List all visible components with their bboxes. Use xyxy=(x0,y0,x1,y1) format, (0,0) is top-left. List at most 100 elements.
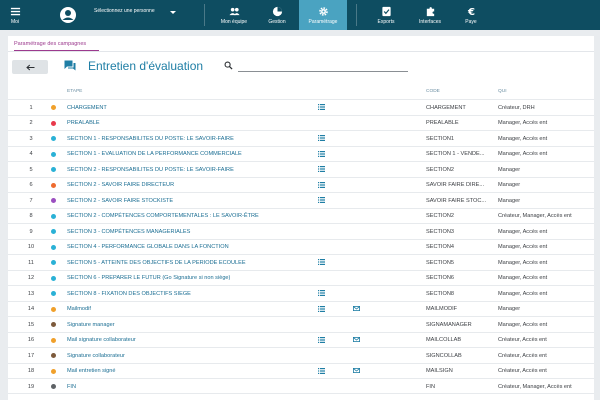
list-icon[interactable] xyxy=(318,367,325,374)
table-row[interactable]: 7 SECTION 2 - SAVOIR FAIRE STOCKISTE SAVOI… xyxy=(8,192,594,208)
step-code: FIN xyxy=(426,383,436,390)
table-row[interactable]: 12 SECTION 6 - PREPARER LE FUTUR (Go Sign… xyxy=(8,269,594,286)
mail-icon[interactable] xyxy=(353,336,360,342)
table-row[interactable]: 8 SECTION 2 - COMPÉTENCES COMPORTEMENTALE… xyxy=(8,207,594,224)
table-header: ETAPE CODE QUI xyxy=(8,85,594,99)
chat-icon xyxy=(64,60,76,71)
list-icon[interactable] xyxy=(318,166,325,172)
step-label[interactable]: SECTION 2 - RESPONSABILITES DU POSTE: LE… xyxy=(67,167,234,173)
step-label[interactable]: FIN xyxy=(67,384,76,390)
nav-interfaces[interactable]: Interfaces xyxy=(410,0,450,30)
step-label[interactable]: Mail entretien signé xyxy=(67,368,116,374)
arrow-left-icon xyxy=(25,64,34,70)
nav-exports[interactable]: Exports xyxy=(366,0,406,30)
table-row[interactable]: 15 Signature manager SIGNAMANAGER Manager, … xyxy=(8,316,594,332)
row-number: 19 xyxy=(27,383,35,390)
divider xyxy=(8,51,594,52)
nav-mon-equipe[interactable]: Mon équipe xyxy=(212,0,256,30)
chevron-down-icon xyxy=(170,11,176,14)
nav-gestion[interactable]: Gestion xyxy=(258,0,296,30)
table-row[interactable]: 6 SECTION 2 - SAVOIR FAIRE DIRECTEUR SAVOI… xyxy=(8,176,594,193)
table-row[interactable]: 2 PREALABLE PREALABLE Manager, Accès ent xyxy=(8,114,594,131)
list-icon[interactable] xyxy=(318,135,325,141)
table-row[interactable]: 3 SECTION 1 - RESPONSABILITES DU POSTE: L… xyxy=(8,130,594,146)
header-etape[interactable]: ETAPE xyxy=(67,89,82,94)
table-row[interactable]: 18 Mail entretien signé MAILSIGN Créateur, … xyxy=(8,362,594,379)
person-selector[interactable]: Sélectionnez une personne xyxy=(94,8,176,15)
table-row[interactable]: 4 SECTION 1 - EVALUATION DE LA PERFORMANC… xyxy=(8,145,594,162)
table-row[interactable]: 11 SECTION 5 - ATTEINTE DES OBJECTIFS DE … xyxy=(8,254,594,270)
mail-icon[interactable] xyxy=(353,305,360,311)
list-icon[interactable] xyxy=(318,197,325,203)
step-label[interactable]: SECTION 2 - COMPÉTENCES COMPORTEMENTALES… xyxy=(67,213,259,219)
step-roles: Créateur, DRH xyxy=(498,104,535,111)
list-icon[interactable] xyxy=(318,150,325,157)
header-qui[interactable]: QUI xyxy=(498,89,507,94)
status-dot-icon xyxy=(51,353,56,358)
list-icon[interactable] xyxy=(318,336,325,343)
header-code[interactable]: CODE xyxy=(426,89,440,94)
table-row[interactable]: 13 SECTION 8 - FIXATION DES OBJECTIFS SIE… xyxy=(8,285,594,301)
nav-label: Exports xyxy=(377,18,395,25)
step-label[interactable]: CHARGEMENT xyxy=(67,105,107,111)
nav-label: Paye xyxy=(465,18,477,25)
step-label[interactable]: Signature collaborateur xyxy=(67,353,125,359)
moi-button[interactable]: Moi xyxy=(2,0,28,30)
step-code: SECTION1 xyxy=(426,135,454,142)
step-code: SECTION3 xyxy=(426,228,454,235)
list-icon[interactable] xyxy=(318,305,325,312)
status-dot-icon xyxy=(51,275,56,281)
gear-icon xyxy=(318,6,328,16)
step-roles: Manager xyxy=(498,306,521,312)
mail-icon[interactable] xyxy=(353,367,360,373)
row-number: 4 xyxy=(29,151,33,157)
step-label[interactable]: Signature manager xyxy=(67,322,115,328)
list-icon[interactable] xyxy=(318,290,325,296)
row-number: 12 xyxy=(27,275,35,281)
step-label[interactable]: SECTION 1 - EVALUATION DE LA PERFORMANCE… xyxy=(67,151,242,157)
search-input[interactable] xyxy=(238,60,408,72)
status-dot-icon xyxy=(51,213,56,219)
table-row[interactable]: 10 SECTION 4 - PERFORMANCE GLOBALE DANS L… xyxy=(8,238,594,255)
list-icon[interactable] xyxy=(318,104,325,110)
breadcrumb-underline xyxy=(14,50,99,51)
step-label[interactable]: SECTION 5 - ATTEINTE DES OBJECTIFS DE LA… xyxy=(67,260,246,266)
row-number: 14 xyxy=(27,306,35,312)
nav-parametrage[interactable]: Paramétrage xyxy=(299,0,347,30)
list-icon[interactable] xyxy=(318,259,325,265)
step-label[interactable]: SECTION 2 - SAVOIR FAIRE STOCKISTE xyxy=(67,198,173,204)
step-roles: Manager, Accès ent xyxy=(498,135,548,142)
step-label[interactable]: Mailmodif xyxy=(67,306,91,312)
euro-icon: € xyxy=(466,7,474,17)
step-label[interactable]: SECTION 2 - SAVOIR FAIRE DIRECTEUR xyxy=(67,182,174,188)
status-dot-icon xyxy=(51,167,56,172)
table-row[interactable]: 9 SECTION 3 - COMPÉTENCES MANAGERIALES SEC… xyxy=(8,223,594,239)
row-number: 9 xyxy=(29,228,33,235)
table-row[interactable]: 17 Signature collaborateur SIGNCOLLAB Créat… xyxy=(8,347,594,363)
list-icon[interactable] xyxy=(318,181,325,188)
status-dot-icon xyxy=(51,198,56,203)
row-number: 8 xyxy=(29,213,33,219)
breadcrumb[interactable]: Paramétrage des campagnes xyxy=(14,41,86,47)
step-roles: Créateur, Accès ent xyxy=(498,368,547,374)
step-roles: Créateur, Manager, Accès ent xyxy=(498,383,572,390)
step-label[interactable]: SECTION 1 - RESPONSABILITES DU POSTE: LE… xyxy=(67,136,234,142)
status-dot-icon xyxy=(51,151,56,157)
status-dot-icon xyxy=(51,368,56,374)
nav-paye[interactable]: € Paye xyxy=(454,0,488,30)
step-label[interactable]: SECTION 6 - PREPARER LE FUTUR (Go Signat… xyxy=(67,275,230,281)
step-label[interactable]: SECTION 4 - PERFORMANCE GLOBALE DANS LA … xyxy=(67,244,229,250)
step-label[interactable]: Mail signature collaborateur xyxy=(67,337,136,343)
table-row[interactable]: 1 CHARGEMENT CHARGEMENT Créateur, DRH xyxy=(8,99,594,115)
table-row[interactable]: 19 FIN FIN Créateur, Manager, Accès ent xyxy=(8,378,594,394)
step-label[interactable]: SECTION 8 - FIXATION DES OBJECTIFS SIEGE xyxy=(67,291,191,297)
table-row[interactable]: 5 SECTION 2 - RESPONSABILITES DU POSTE: L… xyxy=(8,161,594,177)
table-row[interactable]: 16 Mail signature collaborateur MAILCOLLAB… xyxy=(8,331,594,348)
step-label[interactable]: SECTION 3 - COMPÉTENCES MANAGERIALES xyxy=(67,229,190,235)
table-row[interactable]: 14 Mailmodif MAILMODIF Manager xyxy=(8,300,594,317)
back-button[interactable] xyxy=(12,60,48,74)
moi-label: Moi xyxy=(10,18,20,25)
step-label[interactable]: PREALABLE xyxy=(67,120,100,126)
step-code: SECTION4 xyxy=(426,244,454,250)
user-avatar-icon[interactable] xyxy=(58,5,78,25)
